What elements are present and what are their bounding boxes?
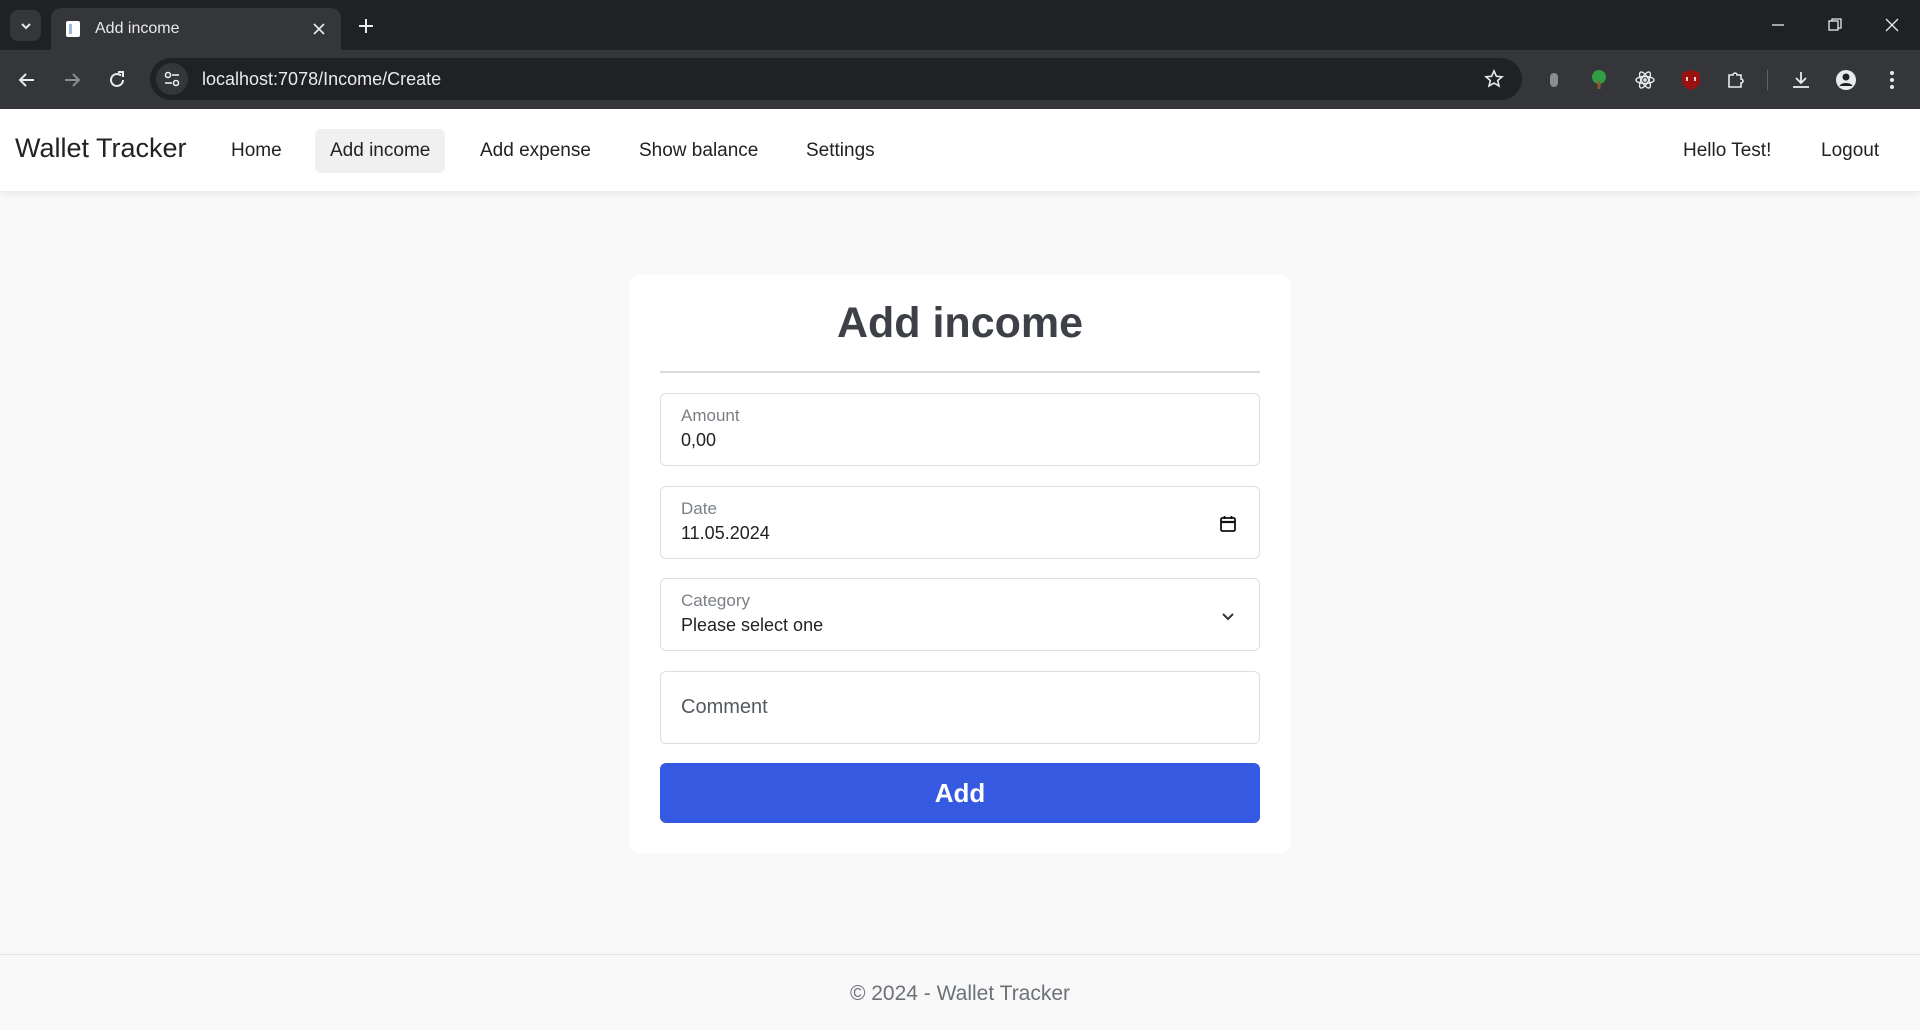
site-info-button[interactable] <box>156 63 188 95</box>
site-settings-icon <box>164 71 180 87</box>
extension-button-3[interactable] <box>1629 64 1661 96</box>
amount-field[interactable]: Amount 0,00 <box>660 393 1260 466</box>
close-icon <box>313 23 325 35</box>
kebab-menu-icon <box>1890 71 1894 89</box>
add-income-card: Add income Amount 0,00 Date 11.05.2024 C… <box>630 275 1290 853</box>
extension-button-4[interactable] <box>1675 64 1707 96</box>
tab-title: Add income <box>95 20 180 37</box>
nav-link-settings[interactable]: Settings <box>791 129 890 173</box>
back-button[interactable] <box>11 64 43 96</box>
react-devtools-icon <box>1635 71 1655 89</box>
app-navbar: Wallet Tracker Home Add income Add expen… <box>0 109 1920 192</box>
window-close-icon <box>1885 18 1898 32</box>
new-tab-button[interactable] <box>353 13 379 39</box>
browser-toolbar: localhost:7078/Income/Create <box>0 50 1920 109</box>
nav-link-add-income[interactable]: Add income <box>315 129 446 173</box>
browser-tabstrip: Add income <box>0 0 1920 50</box>
downloads-button[interactable] <box>1785 64 1817 96</box>
puzzle-extensions-icon <box>1728 72 1744 88</box>
date-picker-button[interactable] <box>1217 513 1239 535</box>
extensions-menu-button[interactable] <box>1720 64 1752 96</box>
category-dropdown-toggle[interactable] <box>1217 605 1239 627</box>
plus-icon <box>359 19 373 33</box>
brand-logo[interactable]: Wallet Tracker <box>15 133 187 164</box>
date-value: 11.05.2024 <box>681 523 770 543</box>
download-icon <box>1793 72 1809 88</box>
browser-tab-active[interactable]: Add income <box>51 8 341 50</box>
date-label: Date <box>681 499 717 518</box>
browser-menu-button[interactable] <box>1876 64 1908 96</box>
comment-input[interactable]: Comment <box>660 671 1260 744</box>
forward-arrow-icon <box>65 73 81 87</box>
nav-link-home[interactable]: Home <box>216 129 297 173</box>
minimize-icon <box>1771 24 1784 26</box>
back-arrow-icon <box>18 73 34 87</box>
reload-icon <box>110 71 124 87</box>
toolbar-divider <box>1767 70 1768 90</box>
comment-placeholder: Comment <box>681 696 768 718</box>
url-text[interactable]: localhost:7078/Income/Create <box>202 69 1478 90</box>
nav-link-show-balance[interactable]: Show balance <box>624 129 773 173</box>
page-title: Add income <box>836 299 1084 347</box>
minimize-button[interactable] <box>1749 0 1806 50</box>
extension-button-2[interactable] <box>1583 64 1615 96</box>
date-field[interactable]: Date 11.05.2024 <box>660 486 1260 559</box>
logout-link[interactable]: Logout <box>1806 129 1894 173</box>
tab-search-button[interactable] <box>10 10 41 41</box>
page-favicon-icon <box>66 21 80 37</box>
category-value: Please select one <box>681 615 824 635</box>
extension-icon <box>1550 73 1558 87</box>
reload-button[interactable] <box>101 64 133 96</box>
nav-link-add-expense[interactable]: Add expense <box>465 129 606 173</box>
title-divider <box>660 371 1260 373</box>
page-footer: © 2024 - Wallet Tracker <box>0 954 1920 1030</box>
amount-label: Amount <box>681 406 740 425</box>
window-controls <box>1749 0 1920 50</box>
restore-button[interactable] <box>1806 0 1863 50</box>
tab-search-chevron-icon <box>20 22 31 29</box>
address-bar[interactable]: localhost:7078/Income/Create <box>150 58 1522 100</box>
bookmark-button[interactable] <box>1478 63 1510 95</box>
extension-button-1[interactable] <box>1538 64 1570 96</box>
calendar-icon <box>1220 516 1236 532</box>
user-greeting-link[interactable]: Hello Test! <box>1668 129 1786 173</box>
category-label: Category <box>681 591 750 610</box>
bookmark-star-icon <box>1484 69 1504 88</box>
amount-value: 0,00 <box>681 430 717 450</box>
chevron-down-icon <box>1222 613 1234 621</box>
profile-button[interactable] <box>1830 64 1862 96</box>
window-close-button[interactable] <box>1863 0 1920 50</box>
profile-icon <box>1836 70 1856 90</box>
forward-button[interactable] <box>56 64 88 96</box>
restore-icon <box>1827 18 1842 31</box>
category-select[interactable]: Category Please select one <box>660 578 1260 651</box>
tab-close-button[interactable] <box>309 19 329 39</box>
ublock-origin-icon <box>1682 70 1700 90</box>
tree-extension-icon <box>1592 70 1606 89</box>
footer-copyright: © 2024 - Wallet Tracker <box>849 982 1071 1005</box>
add-button[interactable]: Add <box>660 763 1260 823</box>
